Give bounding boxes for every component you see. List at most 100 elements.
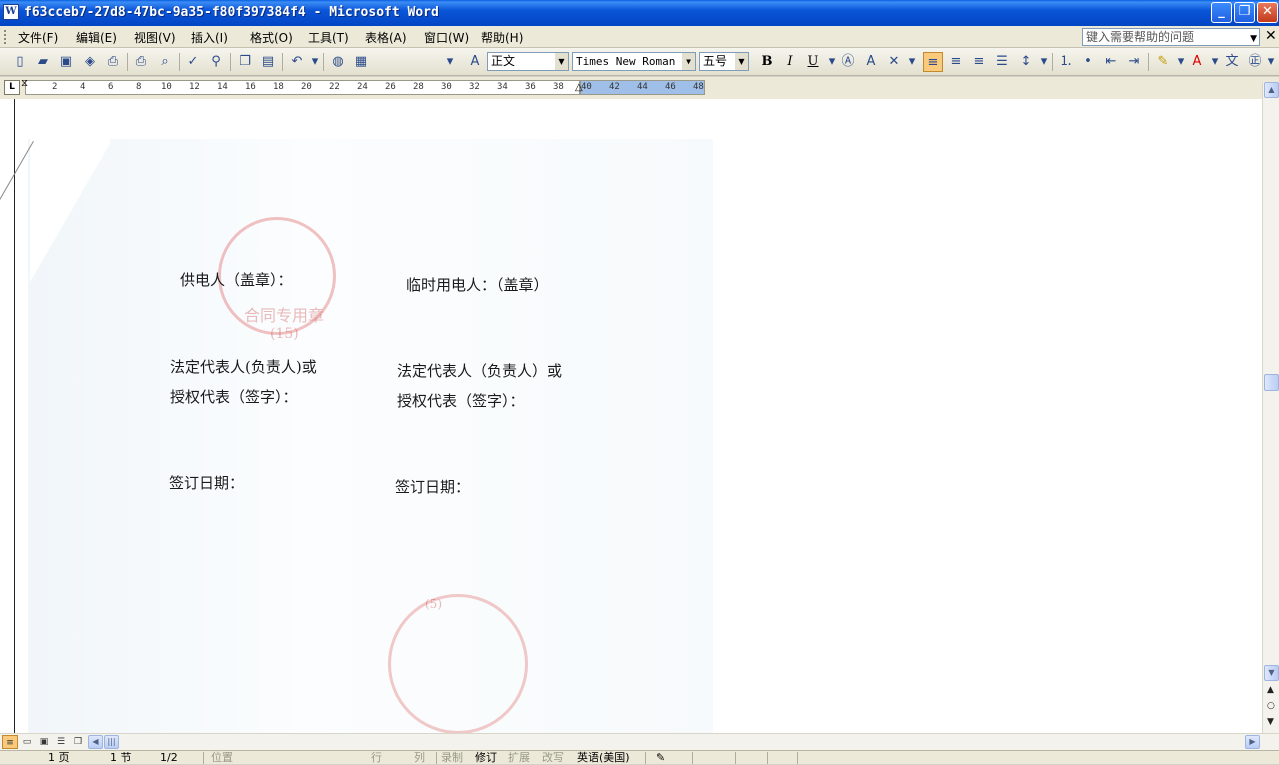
numbering-icon[interactable]: ⒈ xyxy=(1056,52,1076,72)
permission-icon[interactable]: ◈ xyxy=(80,52,100,72)
restore-button[interactable]: ❐ xyxy=(1234,2,1255,23)
title-bar: W f63cceb7-27d8-47bc-9a35-f80f397384f4 -… xyxy=(0,0,1279,26)
ruler-tick: 20 xyxy=(301,82,312,92)
window-title: f63cceb7-27d8-47bc-9a35-f80f397384f4 - M… xyxy=(24,5,439,20)
reading-layout-icon[interactable]: ❒ xyxy=(70,735,86,749)
browse-object-icon[interactable]: ○ xyxy=(1267,701,1275,711)
previous-page-icon[interactable]: ▲ xyxy=(1267,685,1274,695)
document-area[interactable]: 合同专用章 (15) (5) 供电人（盖章）： 临时用电人：（盖章） 法定代表人… xyxy=(0,99,1262,734)
tab-selector[interactable]: L xyxy=(4,80,20,95)
menu-view[interactable]: 视图(V) xyxy=(134,29,176,46)
stamp-text: 合同专用章 xyxy=(244,306,325,325)
document-close-button[interactable]: ✕ xyxy=(1265,28,1277,44)
styles-icon[interactable]: A xyxy=(465,52,485,72)
paste-icon[interactable]: ▤ xyxy=(258,52,278,72)
spelling-icon[interactable]: ⌕ xyxy=(155,52,175,72)
decrease-indent-icon[interactable]: ⇤ xyxy=(1101,52,1121,72)
chevron-down-icon[interactable]: ▼ xyxy=(682,53,695,70)
menu-edit[interactable]: 编辑(E) xyxy=(76,29,117,46)
chevron-down-icon[interactable]: ▼ xyxy=(1250,31,1257,47)
outline-view-icon[interactable]: ☰ xyxy=(53,735,69,749)
bullets-icon[interactable]: • xyxy=(1078,52,1098,72)
increase-indent-icon[interactable]: ⇥ xyxy=(1124,52,1144,72)
print-preview-icon[interactable]: ⎙ xyxy=(131,52,151,72)
open-icon[interactable]: ▰ xyxy=(33,52,53,72)
font-color-icon[interactable]: A xyxy=(1187,52,1207,72)
table-icon[interactable]: ▦ xyxy=(351,52,371,72)
menu-tools[interactable]: 工具(T) xyxy=(308,29,349,46)
char-scaling-icon[interactable]: ✕ xyxy=(884,52,904,72)
undo-dropdown-icon[interactable]: ▾ xyxy=(305,52,325,72)
line-spacing-icon[interactable]: ↕ xyxy=(1016,52,1036,72)
hyperlink-icon[interactable]: ◍ xyxy=(328,52,348,72)
italic-button[interactable]: I xyxy=(780,52,800,72)
font-select[interactable]: Times New Roman ▼ xyxy=(572,52,696,71)
print-icon[interactable]: ⎙ xyxy=(103,52,123,72)
enclose-characters-icon[interactable]: ㊣ xyxy=(1245,52,1265,72)
scroll-left-button[interactable]: ◀ xyxy=(88,735,103,749)
menu-grip[interactable] xyxy=(4,30,7,44)
align-right-icon[interactable]: ≡ xyxy=(969,52,989,72)
menu-format[interactable]: 格式(O) xyxy=(250,29,293,46)
new-icon[interactable]: ▯ xyxy=(10,52,30,72)
scroll-up-button[interactable]: ▲ xyxy=(1264,82,1279,98)
cut-icon[interactable]: ❐ xyxy=(235,52,255,72)
horizontal-scrollbar[interactable]: ≡ ▭ ▣ ☰ ❒ ◀ ||| ▶ xyxy=(0,733,1279,750)
status-record[interactable]: 录制 xyxy=(441,751,463,765)
save-icon[interactable]: ▣ xyxy=(56,52,76,72)
vertical-scrollbar[interactable]: ▲ ▼ ▲ ○ ▼ xyxy=(1262,82,1279,733)
status-revision[interactable]: 修订 xyxy=(475,751,497,765)
chevron-down-icon[interactable]: ▼ xyxy=(735,53,748,70)
bold-button[interactable]: B xyxy=(757,52,777,72)
menu-insert[interactable]: 插入(I) xyxy=(191,29,228,46)
char-border-icon[interactable]: Ⓐ xyxy=(838,52,858,72)
font-size-select[interactable]: 五号 ▼ xyxy=(699,52,749,71)
horizontal-scroll-thumb[interactable]: ||| xyxy=(104,735,119,749)
char-shading-icon[interactable]: A xyxy=(861,52,881,72)
scroll-right-button[interactable]: ▶ xyxy=(1245,735,1260,749)
menu-window[interactable]: 窗口(W) xyxy=(424,29,469,46)
research-icon[interactable]: ✓ xyxy=(183,52,203,72)
ruler-tick: 18 xyxy=(273,82,284,92)
spelling-status-icon[interactable]: ✎ xyxy=(656,751,665,765)
toolbar-overflow-icon[interactable]: ▾ xyxy=(1265,52,1277,72)
menu-file[interactable]: 文件(F) xyxy=(18,29,58,46)
chevron-down-icon[interactable]: ▼ xyxy=(555,53,568,70)
status-overtype[interactable]: 改写 xyxy=(542,751,564,765)
web-layout-icon[interactable]: ▭ xyxy=(19,735,35,749)
status-page: 1 页 xyxy=(48,751,70,764)
ruler-tick: 14 xyxy=(217,82,228,92)
right-indent-marker[interactable]: △ xyxy=(575,82,583,93)
menu-table[interactable]: 表格(A) xyxy=(365,29,407,46)
center-icon[interactable]: ≡ xyxy=(946,52,966,72)
toolbar-options-icon[interactable]: ▾ xyxy=(440,52,460,72)
help-search-input[interactable]: 键入需要帮助的问题 ▼ xyxy=(1082,28,1260,46)
page-left-edge xyxy=(14,99,15,733)
copy-icon[interactable]: ⚲ xyxy=(206,52,226,72)
undo-icon[interactable]: ↶ xyxy=(287,52,307,72)
word-app-icon[interactable]: W xyxy=(3,4,19,20)
phonetic-icon[interactable]: 文 xyxy=(1222,52,1242,72)
sign-date-right: 签订日期： xyxy=(395,478,471,496)
highlight-icon[interactable]: ✎ xyxy=(1153,52,1173,72)
status-column: 列 xyxy=(414,751,425,764)
indent-marker[interactable]: ⧖ xyxy=(21,78,28,89)
normal-view-icon[interactable]: ≡ xyxy=(2,735,18,749)
status-line: 行 xyxy=(371,751,382,764)
line-spacing-dropdown-icon[interactable]: ▾ xyxy=(1034,52,1054,72)
align-left-icon[interactable]: ≡ xyxy=(923,52,943,72)
close-button[interactable]: ✕ xyxy=(1257,2,1278,23)
char-scaling-dropdown-icon[interactable]: ▾ xyxy=(902,52,922,72)
menu-help[interactable]: 帮助(H) xyxy=(481,29,523,46)
status-language[interactable]: 英语(美国) xyxy=(577,751,630,765)
stamp-number: (15) xyxy=(270,326,299,342)
minimize-button[interactable]: _ xyxy=(1211,2,1232,23)
justify-icon[interactable]: ☰ xyxy=(992,52,1012,72)
print-layout-icon[interactable]: ▣ xyxy=(36,735,52,749)
scroll-thumb[interactable] xyxy=(1264,374,1279,391)
scroll-down-button[interactable]: ▼ xyxy=(1264,665,1279,681)
next-page-icon[interactable]: ▼ xyxy=(1267,717,1274,727)
underline-button[interactable]: U xyxy=(803,52,823,72)
status-extend[interactable]: 扩展 xyxy=(508,751,530,765)
style-select[interactable]: 正文 ▼ xyxy=(487,52,569,71)
